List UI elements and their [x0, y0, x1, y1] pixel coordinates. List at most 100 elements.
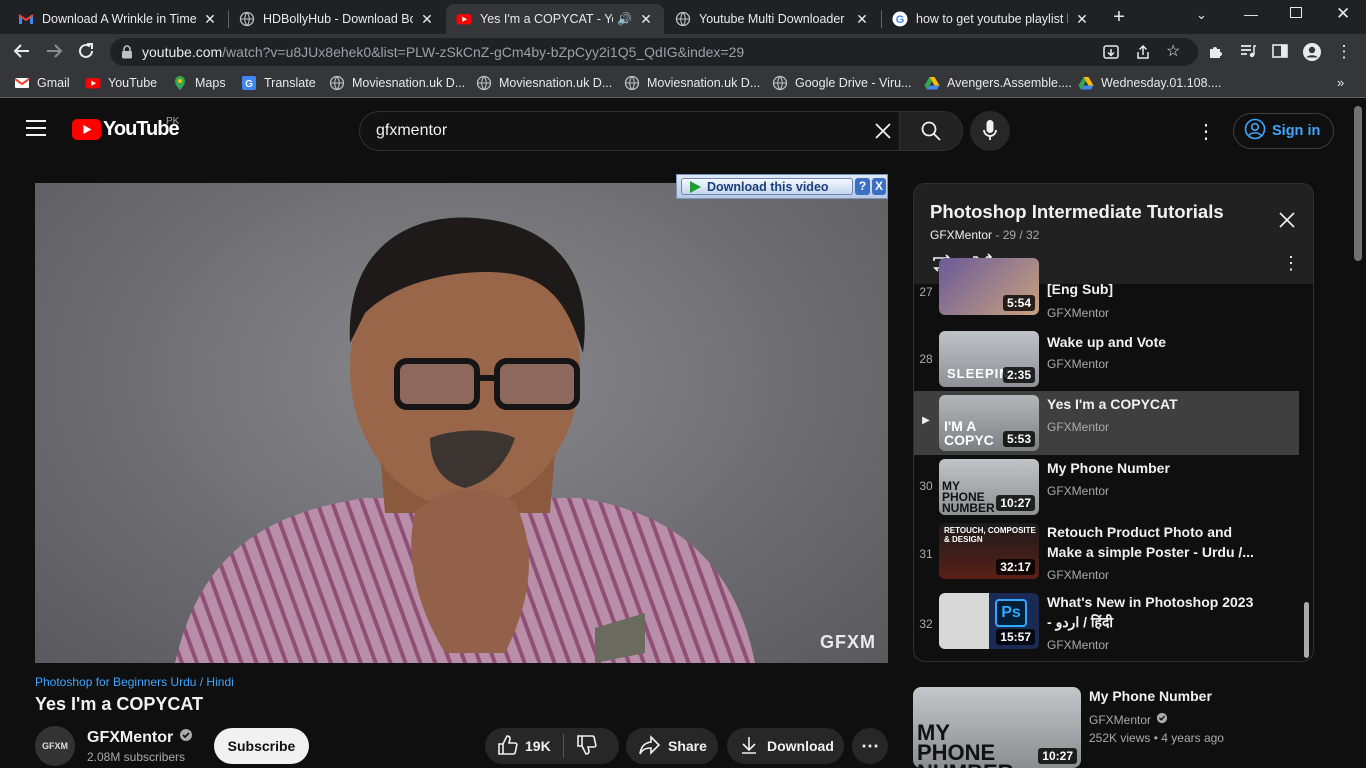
bookmark-moviesnation-1[interactable]: Moviesnation.uk D... — [329, 75, 465, 91]
help-button[interactable]: ? — [855, 178, 870, 195]
close-tab-icon[interactable]: ✕ — [638, 11, 654, 28]
close-tab-icon[interactable]: ✕ — [1074, 11, 1090, 28]
bookmark-star-icon[interactable]: ☆ — [1166, 41, 1180, 61]
playlist-item-title[interactable]: Yes I'm a COPYCAT — [1047, 394, 1257, 414]
search-button[interactable] — [899, 111, 963, 151]
channel-name[interactable]: GFXMentor — [87, 729, 173, 747]
search-input[interactable]: gfxmentor — [376, 122, 447, 140]
close-tab-icon[interactable]: ✕ — [202, 11, 218, 28]
profile-icon[interactable] — [1302, 42, 1322, 62]
minimize-icon[interactable]: — — [1244, 6, 1258, 22]
page-scrollbar-thumb[interactable] — [1354, 106, 1362, 261]
subscribe-button[interactable]: Subscribe — [214, 728, 309, 764]
close-toolbar-button[interactable]: X — [872, 178, 886, 195]
bookmark-google-drive[interactable]: Google Drive - Viru... — [772, 75, 911, 91]
playlist-menu-icon[interactable]: ⋮ — [1282, 253, 1300, 274]
playlist-item[interactable]: 31 RETOUCH, COMPOSITE & DESIGN 32:17 Ret… — [914, 519, 1299, 583]
playlist-item[interactable]: 32 Ps 15:57 What's New in Photoshop 2023… — [914, 589, 1299, 653]
playlist-item-title[interactable]: What's New in Photoshop 2023 - اردو / हि… — [1047, 592, 1257, 632]
like-count[interactable]: 19K — [525, 738, 551, 754]
recommended-title[interactable]: My Phone Number — [1089, 688, 1212, 704]
playlist-item-thumbnail[interactable]: 5:54 — [939, 258, 1039, 315]
tab-4[interactable]: Youtube Multi Downloader C ✕ — [665, 4, 880, 34]
more-bookmarks-icon[interactable]: » — [1337, 75, 1344, 90]
browser-menu-icon[interactable]: ⋮ — [1334, 42, 1354, 62]
tab-5[interactable]: G how to get youtube playlist l ✕ — [882, 4, 1100, 34]
voice-search-button[interactable] — [970, 111, 1010, 151]
share-button[interactable]: Share — [626, 728, 718, 764]
close-window-icon[interactable]: ✕ — [1336, 4, 1350, 24]
tab-2[interactable]: HDBollyHub - Download Boll ✕ — [229, 4, 445, 34]
bookmark-moviesnation-2[interactable]: Moviesnation.uk D... — [476, 75, 612, 91]
playlist-item-title[interactable]: [Eng Sub] — [1047, 279, 1257, 299]
close-playlist-icon[interactable] — [1278, 211, 1296, 234]
recommended-channel[interactable]: GFXMentor — [1089, 713, 1151, 727]
tab-3-active[interactable]: Yes I'm a COPYCAT - You 🔊 ✕ — [446, 4, 664, 34]
download-button[interactable]: Download — [727, 728, 844, 764]
dislike-icon[interactable] — [576, 734, 598, 759]
tab-1[interactable]: Download A Wrinkle in Time ✕ — [8, 4, 228, 34]
bookmark-translate[interactable]: G Translate — [241, 75, 316, 91]
reload-icon[interactable] — [76, 42, 96, 62]
settings-menu-icon[interactable]: ⋮ — [1196, 119, 1216, 144]
share-page-icon[interactable] — [1134, 43, 1152, 66]
playlist-item-thumbnail[interactable]: RETOUCH, COMPOSITE & DESIGN 32:17 — [939, 523, 1039, 579]
close-tab-icon[interactable]: ✕ — [854, 11, 870, 28]
playlist-item-thumbnail[interactable]: SLEEPIN 2:35 — [939, 331, 1039, 387]
playlist-item-thumbnail[interactable]: I'M A COPYC 5:53 — [939, 395, 1039, 451]
speaker-icon[interactable]: 🔊 — [617, 12, 632, 26]
channel-avatar[interactable]: GFXM — [35, 726, 75, 766]
thumb-caption: SLEEPIN — [947, 366, 1010, 381]
page-scrollbar[interactable] — [1350, 98, 1366, 768]
playlist-channel[interactable]: GFXMentor — [930, 228, 992, 242]
browser-toolbar: youtube.com/watch?v=u8JUx8ehek0&list=PLW… — [0, 34, 1366, 70]
sign-in-button[interactable]: Sign in — [1233, 113, 1334, 149]
video-hashtag-link[interactable]: Photoshop for Beginners Urdu / Hindi — [35, 675, 234, 689]
playlist-item-thumbnail[interactable]: Ps 15:57 — [939, 593, 1039, 649]
media-controls-icon[interactable] — [1238, 42, 1258, 62]
new-tab-button[interactable]: + — [1108, 6, 1130, 28]
bookmark-moviesnation-3[interactable]: Moviesnation.uk D... — [624, 75, 760, 91]
duration-badge: 32:17 — [996, 559, 1035, 575]
like-icon[interactable] — [497, 734, 519, 759]
extensions-icon[interactable] — [1206, 42, 1226, 62]
forward-icon[interactable] — [44, 42, 64, 62]
clear-search-icon[interactable] — [874, 122, 892, 145]
hamburger-menu-icon[interactable] — [26, 120, 46, 141]
bookmark-maps[interactable]: Maps — [172, 75, 226, 91]
lock-icon[interactable] — [121, 45, 133, 64]
playlist-scrollbar[interactable] — [1304, 602, 1309, 658]
tab-title: Download A Wrinkle in Time — [42, 12, 196, 26]
video-player[interactable]: GFXM — [35, 183, 888, 663]
playlist-item[interactable]: 30 MY PHONE NUMBER 10:27 My Phone Number… — [914, 455, 1299, 519]
bookmark-youtube[interactable]: YouTube — [85, 75, 157, 91]
drive-icon — [1078, 75, 1094, 91]
playlist-item-title[interactable]: Wake up and Vote — [1047, 332, 1257, 352]
duration-badge: 5:54 — [1002, 295, 1035, 311]
playlist-title[interactable]: Photoshop Intermediate Tutorials — [930, 201, 1224, 223]
bookmark-avengers[interactable]: Avengers.Assemble.... — [924, 75, 1072, 91]
channel-name-row[interactable]: GFXMentor — [87, 728, 193, 747]
playlist-item-title[interactable]: My Phone Number — [1047, 458, 1257, 478]
restore-icon[interactable] — [1290, 7, 1302, 18]
close-tab-icon[interactable]: ✕ — [419, 11, 435, 28]
tab-search-icon[interactable]: ⌄ — [1196, 7, 1207, 23]
search-box[interactable]: gfxmentor — [359, 111, 900, 151]
playlist-item-current[interactable]: ▶ I'M A COPYC 5:53 Yes I'm a COPYCAT GFX… — [914, 391, 1299, 455]
side-panel-icon[interactable] — [1270, 42, 1290, 62]
download-this-video-button[interactable]: Download this video — [681, 178, 853, 195]
playlist-item-channel: GFXMentor — [1047, 484, 1110, 498]
more-actions-button[interactable]: ⋯ — [852, 728, 888, 764]
recommended-thumbnail[interactable]: MY PHONE NUMBER 10:27 — [913, 687, 1081, 768]
drive-icon — [924, 75, 940, 91]
back-icon[interactable] — [12, 42, 32, 62]
install-icon[interactable] — [1102, 43, 1120, 66]
recommended-channel-row: GFXMentor — [1089, 712, 1168, 727]
playlist-item[interactable]: 28 SLEEPIN 2:35 Wake up and Vote GFXMent… — [914, 328, 1299, 392]
bookmark-wednesday[interactable]: Wednesday.01.108.... — [1078, 75, 1221, 91]
playlist-item-title[interactable]: Retouch Product Photo and Make a simple … — [1047, 522, 1257, 562]
bookmark-gmail[interactable]: Gmail — [14, 75, 70, 91]
address-bar[interactable]: youtube.com/watch?v=u8JUx8ehek0&list=PLW… — [110, 38, 1198, 66]
playlist-item-thumbnail[interactable]: MY PHONE NUMBER 10:27 — [939, 459, 1039, 515]
youtube-logo[interactable]: YouTube — [72, 118, 180, 141]
